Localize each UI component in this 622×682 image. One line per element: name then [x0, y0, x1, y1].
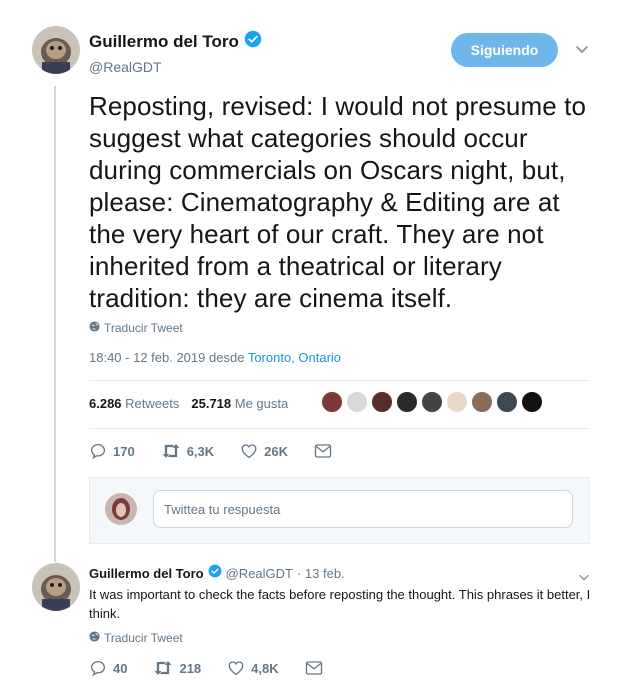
reply-count: 40: [113, 660, 128, 676]
like-button[interactable]: 26K: [240, 442, 288, 460]
reply-header: Guillermo del Toro @RealGDT · 13 feb.: [89, 564, 345, 583]
current-user-avatar[interactable]: [105, 493, 137, 525]
verified-badge-icon: [208, 564, 222, 583]
divider: [89, 380, 590, 381]
translate-label: Traducir Tweet: [104, 321, 183, 335]
retweet-icon: [162, 444, 180, 458]
retweets-stat[interactable]: 6.286 Retweets: [89, 396, 179, 411]
reply-actions: 40 218 4,8K: [89, 659, 323, 677]
liker-avatar[interactable]: [471, 391, 493, 413]
retweet-button[interactable]: 218: [153, 659, 201, 677]
liker-avatar[interactable]: [346, 391, 368, 413]
reply-count: 170: [113, 443, 135, 459]
liker-avatar[interactable]: [496, 391, 518, 413]
globe-icon: [89, 321, 100, 335]
liker-avatar[interactable]: [396, 391, 418, 413]
reply-icon: [90, 660, 106, 677]
author-name[interactable]: Guillermo del Toro: [89, 32, 239, 52]
retweet-button[interactable]: 6,3K: [161, 442, 214, 460]
retweet-icon: [155, 661, 172, 675]
tweet-stats: 6.286 Retweets 25.718 Me gusta: [89, 396, 288, 411]
reply-button[interactable]: 40: [89, 659, 127, 677]
reply-text: It was important to check the facts befo…: [89, 587, 591, 621]
thread-line: [54, 86, 56, 562]
envelope-icon: [305, 661, 322, 675]
globe-icon: [89, 631, 100, 645]
author-avatar[interactable]: [32, 26, 80, 74]
reply-author-handle[interactable]: @RealGDT: [226, 566, 293, 581]
following-button[interactable]: Siguiendo: [451, 33, 558, 67]
reply-author-avatar[interactable]: [32, 563, 80, 611]
liker-avatar[interactable]: [521, 391, 543, 413]
heart-icon: [228, 661, 244, 676]
likes-stat[interactable]: 25.718 Me gusta: [191, 396, 288, 411]
liker-avatar[interactable]: [421, 391, 443, 413]
tweet-actions: 170 6,3K 26K: [89, 442, 332, 460]
chevron-down-icon[interactable]: [575, 42, 589, 60]
like-count: 26K: [264, 443, 289, 459]
tweet-text: Reposting, revised: I would not presume …: [89, 91, 587, 313]
liker-avatar[interactable]: [371, 391, 393, 413]
tweet-time[interactable]: 18:40 - 12 feb. 2019: [89, 350, 205, 365]
heart-icon: [241, 444, 257, 459]
translate-tweet-link[interactable]: Traducir Tweet: [89, 321, 183, 335]
author-block: Guillermo del Toro @RealGDT: [89, 30, 262, 75]
translate-label: Traducir Tweet: [104, 631, 183, 645]
liker-avatar[interactable]: [446, 391, 468, 413]
verified-badge-icon: [244, 30, 262, 53]
retweet-count: 218: [179, 660, 202, 676]
liker-avatar[interactable]: [321, 391, 343, 413]
divider: [89, 428, 590, 429]
reply-input[interactable]: Twittea tu respuesta: [153, 490, 573, 528]
reply-author-name[interactable]: Guillermo del Toro: [89, 566, 204, 581]
like-count: 4,8K: [251, 660, 279, 676]
reply-date[interactable]: · 13 feb.: [297, 566, 345, 581]
tweet-timestamp: 18:40 - 12 feb. 2019 desde Toronto, Onta…: [89, 350, 341, 365]
like-button[interactable]: 4,8K: [227, 659, 279, 677]
retweet-count: 6,3K: [186, 443, 215, 459]
translate-tweet-link[interactable]: Traducir Tweet: [89, 631, 183, 645]
envelope-icon: [314, 444, 332, 458]
reply-icon: [90, 443, 106, 460]
tweet-location[interactable]: Toronto, Ontario: [248, 350, 341, 365]
from-label: desde: [209, 350, 245, 365]
direct-message-button[interactable]: [314, 443, 332, 459]
likers-avatars: [321, 391, 543, 413]
author-handle[interactable]: @RealGDT: [89, 59, 262, 75]
reply-button[interactable]: 170: [89, 442, 135, 460]
direct-message-button[interactable]: [305, 660, 323, 676]
